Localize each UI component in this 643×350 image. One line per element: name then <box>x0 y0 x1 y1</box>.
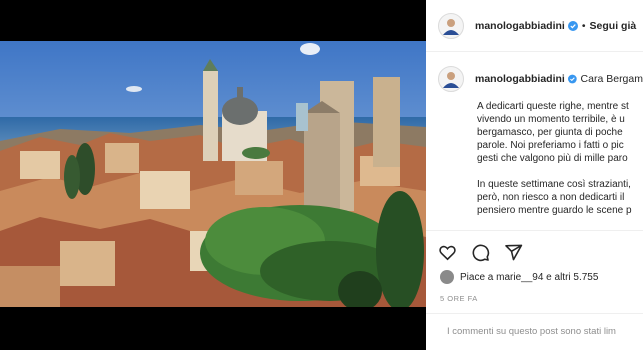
action-icons <box>438 243 523 262</box>
caption-header: manologabbiadini Cara Bergam <box>426 66 643 92</box>
author-avatar[interactable] <box>438 12 464 39</box>
caption-body: A dedicarti queste righe, mentre st vive… <box>477 100 632 230</box>
caption-line: vivendo un momento terribile, è u <box>477 114 625 125</box>
comment-icon[interactable] <box>471 243 490 262</box>
caption-line: parole. Noi preferiamo i fatti o pic <box>477 140 624 151</box>
post-caption: manologabbiadini Cara Bergam A dedicarti… <box>426 66 643 216</box>
verified-icon <box>567 20 578 31</box>
verified-icon <box>567 74 577 84</box>
caption-avatar[interactable] <box>438 66 464 92</box>
post-timestamp[interactable]: 5 ORE FA <box>440 294 478 303</box>
liker-avatar <box>440 270 454 284</box>
post-header: manologabbiadini • Segui già <box>426 0 643 52</box>
share-icon[interactable] <box>504 243 523 262</box>
separator-dot: • <box>581 19 586 32</box>
caption-line: In queste settimane così strazianti, <box>477 179 631 190</box>
caption-line: bergamasco, per giunta di poche <box>477 127 623 138</box>
caption-line: però, non riesco a non dedicarti il <box>477 192 625 203</box>
avatar-portrait-icon <box>443 18 459 35</box>
post-actions: Piace a marie__94 e altri 5.755 5 ORE FA… <box>426 230 643 350</box>
likes-summary[interactable]: Piace a marie__94 e altri 5.755 <box>440 270 598 284</box>
post-side-panel: manologabbiadini • Segui già manologabbi… <box>426 0 643 350</box>
caption-line: gesti che valgono più di mille paro <box>477 153 628 164</box>
caption-paragraph-2: In queste settimane così strazianti, per… <box>477 178 632 217</box>
follow-button[interactable]: Segui già <box>590 20 637 32</box>
caption-title: Cara Bergam <box>580 73 643 85</box>
comments-disabled-notice: I commenti su questo post sono stati lim <box>426 313 643 337</box>
bergamo-city-photo <box>0 41 426 307</box>
likes-text: Piace a marie__94 e altri 5.755 <box>460 271 599 283</box>
author-username[interactable]: manologabbiadini <box>475 20 565 32</box>
caption-line: A dedicarti queste righe, mentre st <box>477 101 629 112</box>
caption-paragraph-1: A dedicarti queste righe, mentre st vive… <box>477 100 632 165</box>
heart-icon[interactable] <box>438 243 457 262</box>
avatar-portrait-icon <box>443 72 459 88</box>
caption-line: pensiero mentre guardo le scene p <box>477 205 632 216</box>
caption-username[interactable]: manologabbiadini <box>475 73 565 85</box>
post-media-area <box>0 0 426 350</box>
post-photo[interactable] <box>0 41 426 307</box>
